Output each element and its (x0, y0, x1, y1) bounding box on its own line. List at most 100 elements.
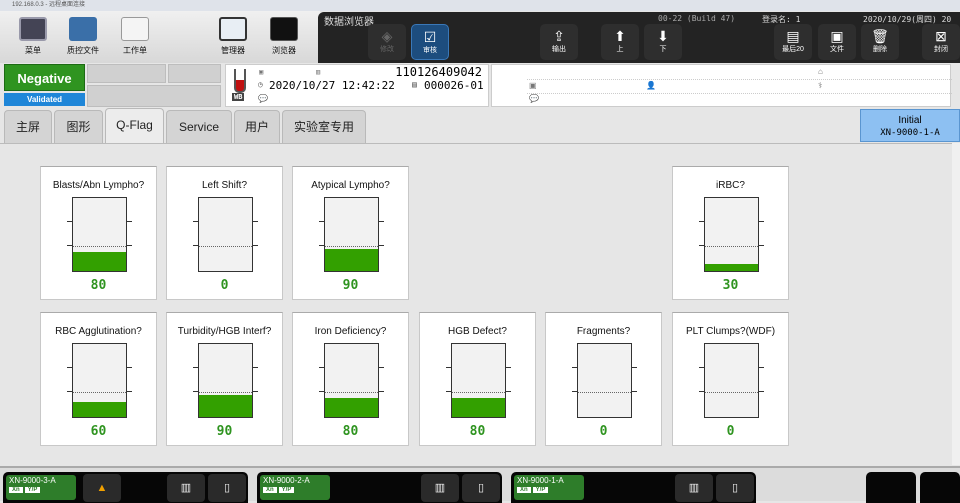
sample-datetime: 2020/10/27 12:42:22 (269, 79, 395, 92)
info-cell (168, 64, 221, 83)
tab-main[interactable]: 主屏 (4, 110, 52, 143)
q-flag-fill (199, 395, 252, 417)
arrow-up-icon: ⬆ (614, 28, 626, 44)
tick (759, 367, 764, 368)
divider (527, 93, 952, 94)
qc-file-button[interactable]: 质控文件 (58, 17, 108, 56)
threshold-line (705, 392, 758, 393)
edit-button[interactable]: ◈ 修改 (368, 24, 406, 60)
barcode-icon: ▥ (316, 68, 321, 76)
tick (506, 367, 511, 368)
mode-xn: Xn (517, 487, 531, 493)
comment-icon: 💬 (529, 94, 539, 103)
q-flag-gauge (324, 343, 379, 418)
q-flag-card: Atypical Lympho? 90 (292, 166, 409, 300)
tick (127, 367, 132, 368)
delete-label: 删除 (873, 46, 887, 53)
tick (632, 391, 637, 392)
mode-xn: Xn (9, 487, 23, 493)
tick (253, 221, 258, 222)
rack-position: 000026-01 (424, 79, 484, 92)
analyzer-name-button[interactable]: XN-9000-3-A Xn Y/P (6, 475, 76, 500)
q-flag-label: Left Shift? (201, 180, 248, 191)
q-flag-value: 0 (599, 424, 608, 439)
q-flag-value: 90 (342, 278, 359, 293)
window-title: 192.168.0.3 - 远程桌面连接 (0, 0, 960, 11)
q-flag-value: 0 (726, 424, 735, 439)
analyzer-name-button[interactable]: XN-9000-2-A Xn Y/P (260, 475, 330, 500)
reagent-icon[interactable]: ▯ (716, 474, 754, 502)
q-flag-label: Blasts/Abn Lympho? (52, 180, 145, 191)
validate-button[interactable]: ☑ 审核 (411, 24, 449, 60)
tick (379, 221, 384, 222)
rack-status-icon[interactable]: ▥ (675, 474, 713, 502)
tick (127, 221, 132, 222)
tab-graph[interactable]: 图形 (54, 110, 103, 143)
analyzer-name-button[interactable]: XN-9000-1-A Xn Y/P (514, 475, 584, 500)
export-icon: ⇪ (553, 28, 565, 44)
analyzer-status[interactable]: XN-9000-2-A Xn Y/P ▥ ▯ (257, 472, 502, 503)
tick (632, 367, 637, 368)
analyzer-status[interactable]: XN-9000-1-A Xn Y/P ▥ ▯ (511, 472, 756, 503)
tube-type: WB (232, 93, 245, 101)
manager-label: 管理器 (221, 46, 245, 55)
user-button[interactable] (866, 472, 916, 503)
threshold-line (325, 246, 378, 247)
comment-icon: 💬 (258, 94, 268, 103)
q-flag-label: Atypical Lympho? (311, 180, 390, 191)
q-flag-gauge (72, 343, 127, 418)
analyzer-status[interactable]: XN-9000-3-A Xn Y/P ▲ ▥ ▯ (3, 472, 248, 503)
file-button[interactable]: ▣ 文件 (818, 24, 856, 60)
export-button[interactable]: ⇪ 输出 (540, 24, 578, 60)
q-flag-fill (452, 398, 505, 417)
initial-label: Initial (898, 115, 922, 126)
initial-button[interactable]: Initial XN-9000-1-A (860, 109, 960, 142)
down-button[interactable]: ⬇ 下 (644, 24, 682, 60)
tick (759, 391, 764, 392)
manager-button[interactable]: 管理器 (208, 17, 258, 56)
qc-file-icon (69, 17, 97, 41)
menu-label: 菜单 (25, 46, 41, 55)
close-icon: ⊠ (935, 28, 947, 44)
reagent-icon[interactable]: ▯ (208, 474, 246, 502)
last20-button[interactable]: ▤ 最后20 (774, 24, 812, 60)
clock-icon: ◷ (258, 80, 263, 89)
q-flag-label: iRBC? (716, 180, 745, 191)
tab-user[interactable]: 用户 (234, 110, 280, 143)
q-flag-fill (73, 402, 126, 417)
worksheet-button[interactable]: 工作单 (110, 17, 160, 56)
q-flag-value: 80 (342, 424, 359, 439)
rack-status-icon[interactable]: ▥ (421, 474, 459, 502)
delete-button[interactable]: 🗑 删除 (861, 24, 899, 60)
analyzer-name: XN-9000-1-A (517, 476, 564, 485)
arrow-down-icon: ⬇ (657, 28, 669, 44)
list-button[interactable] (920, 472, 960, 503)
tick (506, 391, 511, 392)
menu-button[interactable]: 菜单 (8, 17, 58, 56)
tab-q-flag[interactable]: Q-Flag (105, 108, 164, 143)
analyzer-name: XN-9000-3-A (9, 476, 56, 485)
close-button[interactable]: ⊠ 封闭 (922, 24, 960, 60)
up-button[interactable]: ⬆ 上 (601, 24, 639, 60)
close-label: 封闭 (934, 46, 948, 53)
browser-icon (270, 17, 298, 41)
mode-yp: Y/P (24, 487, 41, 493)
q-flag-gauge (198, 343, 253, 418)
rack-status-icon[interactable]: ▥ (167, 474, 205, 502)
browser-label: 浏览器 (272, 46, 296, 55)
last20-icon: ▤ (786, 28, 800, 44)
result-status-badge: Negative (4, 64, 85, 91)
reagent-icon[interactable]: ▯ (462, 474, 500, 502)
q-flag-fill (325, 249, 378, 271)
sample-info: WB ▣ ▥ 110126409042 ◷ 2020/10/27 12:42:2… (225, 64, 489, 107)
tab-lab[interactable]: 实验室专用 (282, 110, 366, 143)
q-flag-gauge (704, 343, 759, 418)
warning-icon[interactable]: ▲ (83, 474, 121, 502)
scrollbar[interactable] (952, 143, 960, 465)
tab-service[interactable]: Service (166, 110, 232, 143)
tick (759, 245, 764, 246)
mode-yp: Y/P (532, 487, 549, 493)
mode-yp: Y/P (278, 487, 295, 493)
panel-title: 数据浏览器 (324, 17, 374, 28)
browser-button[interactable]: 浏览器 (259, 17, 309, 56)
